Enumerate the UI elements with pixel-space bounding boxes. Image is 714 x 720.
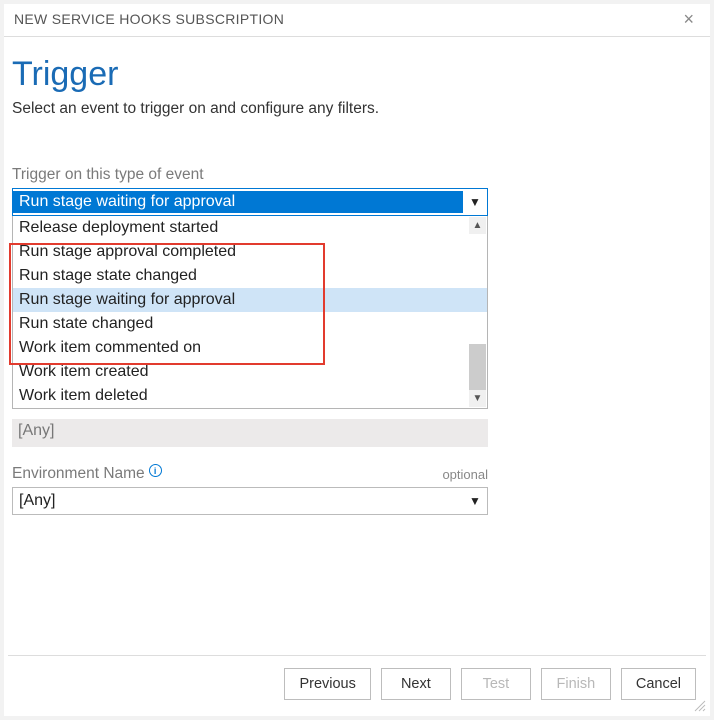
scroll-up-icon[interactable]: ▲ bbox=[469, 217, 486, 234]
environment-selected: [Any] bbox=[13, 490, 463, 512]
dialog-title: NEW SERVICE HOOKS SUBSCRIPTION bbox=[14, 11, 284, 27]
scrollbar-thumb[interactable] bbox=[469, 344, 486, 390]
pipeline-disabled-value: [Any] bbox=[12, 419, 488, 447]
environment-combobox[interactable]: [Any] ▼ bbox=[12, 487, 488, 515]
event-option[interactable]: Run state changed bbox=[13, 312, 487, 336]
info-icon[interactable]: i bbox=[149, 464, 162, 477]
event-type-selected: Run stage waiting for approval bbox=[13, 191, 463, 213]
environment-field: Environment Name i optional [Any] ▼ bbox=[12, 465, 488, 515]
event-option[interactable]: Run stage state changed bbox=[13, 264, 487, 288]
event-type-listbox[interactable]: Release deployment started Run stage app… bbox=[12, 216, 488, 409]
finish-button: Finish bbox=[541, 668, 611, 700]
next-button[interactable]: Next bbox=[381, 668, 451, 700]
test-button: Test bbox=[461, 668, 531, 700]
chevron-down-icon: ▼ bbox=[463, 494, 487, 508]
event-option[interactable]: Work item commented on bbox=[13, 336, 487, 360]
dialog-content: Trigger Select an event to trigger on an… bbox=[4, 37, 710, 515]
dialog-titlebar: NEW SERVICE HOOKS SUBSCRIPTION × bbox=[4, 4, 710, 37]
page-heading: Trigger bbox=[12, 55, 702, 94]
close-button[interactable]: × bbox=[677, 8, 700, 30]
optional-badge: optional bbox=[442, 467, 488, 482]
event-type-combobox[interactable]: Run stage waiting for approval ▼ bbox=[12, 188, 488, 216]
scroll-down-icon[interactable]: ▼ bbox=[469, 390, 486, 407]
event-type-label: Trigger on this type of event bbox=[12, 166, 702, 184]
cancel-button[interactable]: Cancel bbox=[621, 668, 696, 700]
chevron-down-icon: ▼ bbox=[463, 195, 487, 209]
event-option[interactable]: Work item deleted bbox=[13, 384, 487, 408]
page-subtext: Select an event to trigger on and config… bbox=[12, 100, 702, 118]
environment-label-row: Environment Name i optional bbox=[12, 465, 488, 483]
resize-grip-icon[interactable] bbox=[692, 698, 706, 712]
event-option[interactable]: Run stage approval completed bbox=[13, 240, 487, 264]
previous-button[interactable]: Previous bbox=[284, 668, 370, 700]
dialog-footer: Previous Next Test Finish Cancel bbox=[8, 655, 706, 712]
event-option[interactable]: Work item created bbox=[13, 360, 487, 384]
event-option[interactable]: Run stage waiting for approval bbox=[13, 288, 487, 312]
environment-label: Environment Name bbox=[12, 465, 145, 483]
event-option[interactable]: Release deployment started bbox=[13, 216, 487, 240]
